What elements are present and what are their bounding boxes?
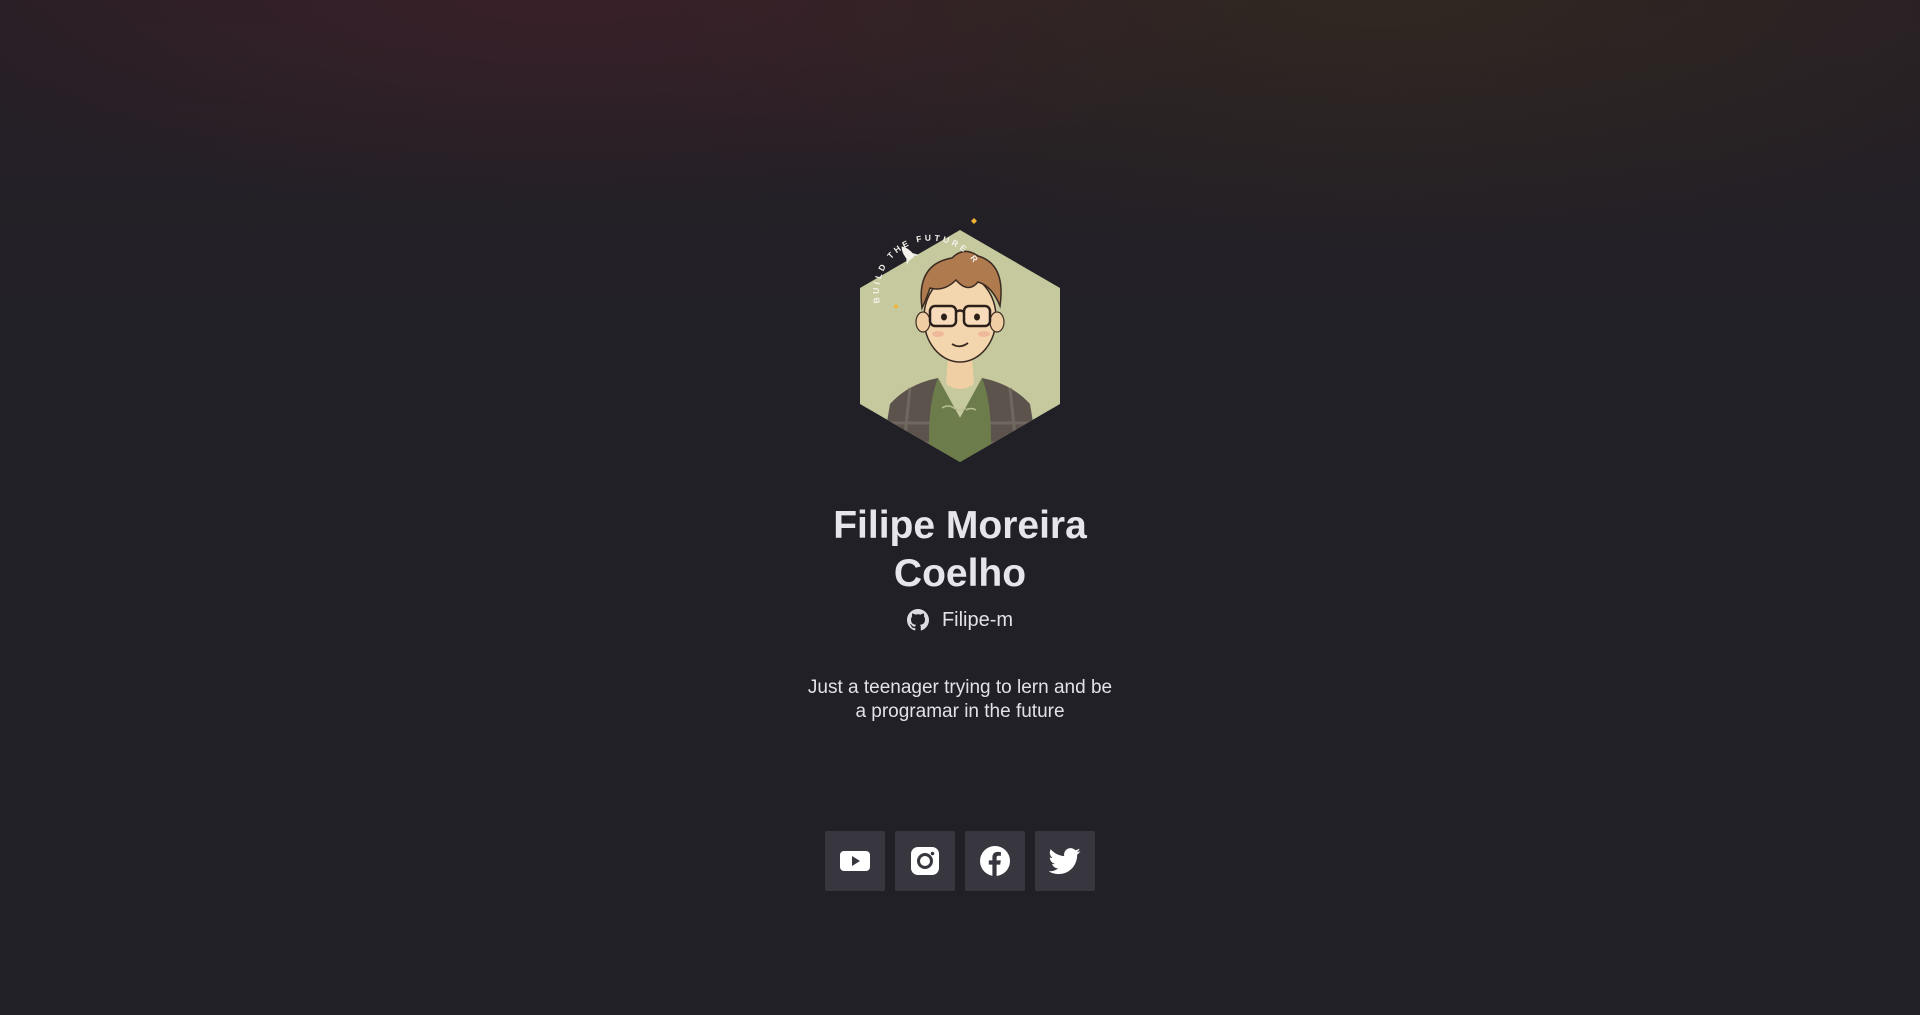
avatar-image: BUILD THE FUTURE ROCKET <box>860 208 1060 462</box>
social-links <box>825 831 1095 891</box>
twitter-button[interactable] <box>1035 831 1095 891</box>
avatar: BUILD THE FUTURE ROCKET <box>860 208 1060 464</box>
github-link[interactable]: Filipe-m <box>906 606 1014 634</box>
profile-bio: Just a teenager trying to lern and be a … <box>807 677 1113 722</box>
github-handle: Filipe-m <box>941 608 1014 631</box>
facebook-button[interactable] <box>965 831 1025 891</box>
twitter-icon <box>1049 845 1081 877</box>
profile-name: Filipe Moreira Coelho <box>833 504 1087 595</box>
facebook-icon <box>979 845 1011 877</box>
youtube-button[interactable] <box>825 831 885 891</box>
youtube-icon <box>839 845 871 877</box>
github-icon <box>906 609 929 631</box>
instagram-icon <box>909 845 941 877</box>
instagram-button[interactable] <box>895 831 955 891</box>
profile-card: BUILD THE FUTURE ROCKET Filipe Moreira C… <box>0 0 1920 891</box>
